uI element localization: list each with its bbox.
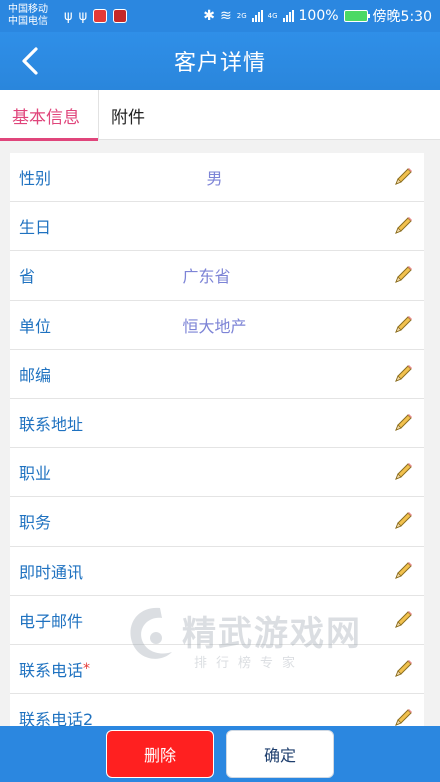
customer-detail-form[interactable]: 性别 男 生日 省 广东省 单位 恒大地产 邮编 联系地址 职业 职务 即时通讯 [10,153,424,726]
pencil-icon[interactable] [392,264,414,286]
field-row-birthday[interactable]: 生日 [10,202,424,252]
tab-attachments[interactable]: 附件 [99,90,157,140]
carrier-info: 中国移动 中国电信 [8,4,60,28]
app-notification-icon [93,9,108,23]
signal-icon [282,10,294,22]
field-label: 联系电话2 [19,710,94,726]
confirm-button[interactable]: 确定 [226,730,334,778]
field-label: 联系电话 [19,660,84,680]
pencil-icon[interactable] [392,461,414,483]
field-label: 单位 [19,316,52,336]
app-notification-icon [113,9,128,23]
bottom-action-bar: 删除 确定 [0,726,440,782]
network-type-1: 2G [236,11,247,20]
network-type-2: 4G [267,11,278,20]
clock: 傍晚5:30 [372,9,432,25]
pencil-icon[interactable] [392,166,414,188]
pencil-icon[interactable] [392,658,414,680]
carrier-1: 中国移动 [8,4,48,15]
pencil-icon[interactable] [392,412,414,434]
carrier-2: 中国电信 [8,16,48,27]
field-label: 职业 [19,464,52,484]
delete-button[interactable]: 删除 [106,730,214,778]
field-row-gender[interactable]: 性别 男 [10,153,424,203]
title-bar: 客户详情 [0,32,440,90]
required-mark: * [83,660,91,677]
field-value: 男 [206,169,223,189]
field-label: 性别 [19,169,52,189]
notification-icons: ψ ψ [64,8,128,24]
tab-basic-info[interactable]: 基本信息 [0,90,98,141]
battery-percent: 100% [298,8,339,24]
signal-icon [251,10,263,22]
system-icons: ✱ ≋ 2G 4G 100% 傍晚5:30 [203,6,432,26]
page-title: 客户详情 [173,51,266,76]
field-row-occupation[interactable]: 职业 [10,448,424,498]
pencil-icon[interactable] [392,215,414,237]
usb-icon: ψ [78,8,88,24]
field-label: 生日 [19,218,52,238]
pencil-icon[interactable] [392,363,414,385]
field-label: 电子邮件 [19,611,84,631]
field-row-province[interactable]: 省 广东省 [10,251,424,301]
tab-bar: 基本信息 附件 [0,90,440,141]
field-row-im[interactable]: 即时通讯 [10,547,424,596]
field-row-postcode[interactable]: 邮编 [10,350,424,399]
bluetooth-icon: ✱ [203,8,215,24]
pencil-icon[interactable] [392,609,414,631]
field-label: 职务 [19,513,52,533]
field-label: 邮编 [19,365,52,385]
pencil-icon[interactable] [392,510,414,532]
pencil-icon[interactable] [392,314,414,336]
back-arrow-icon[interactable] [14,44,48,78]
field-label: 省 [19,267,36,287]
pencil-icon[interactable] [392,707,414,726]
field-value: 恒大地产 [182,316,247,336]
field-row-email[interactable]: 电子邮件 [10,596,424,645]
field-row-phone[interactable]: 联系电话 * [10,645,424,695]
field-row-position[interactable]: 职务 [10,497,424,547]
usb-icon: ψ [64,8,73,24]
field-value: 广东省 [182,267,231,287]
field-row-company[interactable]: 单位 恒大地产 [10,301,424,350]
pencil-icon[interactable] [392,560,414,582]
battery-icon [343,10,370,22]
field-row-phone-2[interactable]: 联系电话2 [10,694,424,726]
field-label: 即时通讯 [19,562,84,582]
wifi-icon: ≋ [220,8,232,24]
status-bar: 中国移动 中国电信 ψ ψ ✱ ≋ 2G 4G 100% 傍晚5:30 [0,0,440,32]
field-label: 联系地址 [19,415,84,435]
field-row-address[interactable]: 联系地址 [10,399,424,449]
